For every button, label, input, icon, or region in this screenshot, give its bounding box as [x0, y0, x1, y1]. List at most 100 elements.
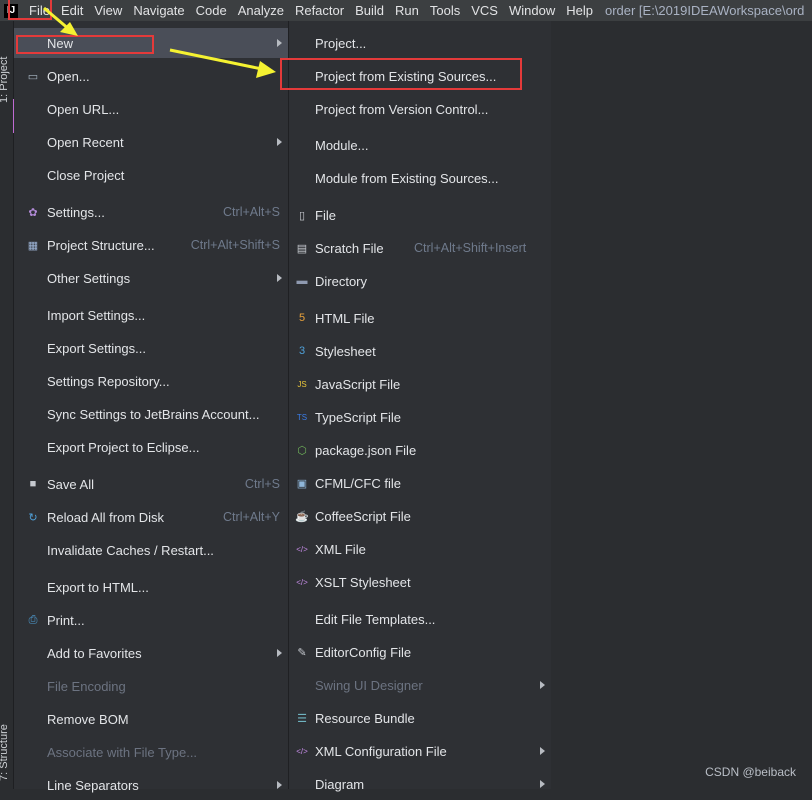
menu-build[interactable]: Build [350, 0, 390, 21]
html-icon: 5 [298, 312, 306, 324]
file-item-import-settings[interactable]: Import Settings... [14, 300, 288, 330]
file-item-associate-with-file-type: Associate with File Type... [14, 737, 288, 767]
menu-item-label: CFML/CFC file [315, 475, 401, 491]
file-item-invalidate-caches-restart[interactable]: Invalidate Caches / Restart... [14, 535, 288, 565]
new-item-edit-file-templates[interactable]: Edit File Templates... [289, 604, 551, 634]
project-tool-tab[interactable]: 1: Project [0, 57, 10, 103]
new-item-module[interactable]: Module... [289, 130, 551, 160]
menu-item-label: Swing UI Designer [315, 677, 423, 693]
watermark: CSDN @beiback [705, 765, 796, 779]
menu-run[interactable]: Run [390, 0, 425, 21]
menu-item-label: Scratch File [315, 240, 384, 256]
file-item-open[interactable]: ▭ Open... [14, 61, 288, 91]
window-title: order [E:\2019IDEAWorkspace\ord [604, 3, 805, 18]
file-item-open-recent[interactable]: Open Recent [14, 127, 288, 157]
highlight-file-menu [8, 0, 52, 20]
gear-icon: ✿ [28, 206, 38, 219]
file-item-settings[interactable]: ✿ Settings... Ctrl+Alt+S [14, 197, 288, 227]
file-item-export-settings[interactable]: Export Settings... [14, 333, 288, 363]
new-item-stylesheet[interactable]: 3 Stylesheet [289, 336, 551, 366]
submenu-arrow-icon [540, 681, 545, 689]
menu-item-label: Export to HTML... [47, 579, 149, 595]
scratch-file-icon: ▤ [296, 242, 308, 255]
submenu-arrow-icon [277, 649, 282, 657]
menu-tools[interactable]: Tools [425, 0, 466, 21]
new-item-coffeescript-file[interactable]: ☕ CoffeeScript File [289, 501, 551, 531]
xml-config-icon: </> [296, 746, 308, 756]
menu-refactor[interactable]: Refactor [290, 0, 350, 21]
file-item-add-to-favorites[interactable]: Add to Favorites [14, 638, 288, 668]
menu-item-label: Add to Favorites [47, 645, 142, 661]
menu-item-label: CoffeeScript File [315, 508, 411, 524]
menu-item-label: Module... [315, 137, 369, 153]
new-item-xml-file[interactable]: </> XML File [289, 534, 551, 564]
menu-help[interactable]: Help [561, 0, 599, 21]
new-item-javascript-file[interactable]: JS JavaScript File [289, 369, 551, 399]
menu-item-label: File [315, 207, 336, 223]
new-item-resource-bundle[interactable]: ☰ Resource Bundle [289, 703, 551, 733]
xml-icon: </> [296, 544, 308, 554]
new-item-diagram[interactable]: Diagram [289, 769, 551, 799]
new-item-editorconfig-file[interactable]: ✎ EditorConfig File [289, 637, 551, 667]
file-item-save-all[interactable]: ■ Save All Ctrl+S [14, 469, 288, 499]
file-item-reload-all-from-disk[interactable]: ↻ Reload All from Disk Ctrl+Alt+Y [14, 502, 288, 532]
menu-item-label: Stylesheet [315, 343, 376, 359]
menu-item-label: package.json File [315, 442, 417, 458]
menu-navigate[interactable]: Navigate [128, 0, 190, 21]
resource-bundle-icon: ☰ [297, 712, 307, 725]
new-item-html-file[interactable]: 5 HTML File [289, 303, 551, 333]
file-icon: ▯ [298, 209, 306, 222]
menu-item-label: Open... [47, 68, 90, 84]
shortcut-label: Ctrl+S [244, 477, 280, 491]
menu-item-label: Settings... [47, 204, 105, 220]
menu-view[interactable]: View [89, 0, 128, 21]
structure-tool-tab[interactable]: 7: Structure [0, 724, 10, 781]
file-item-sync-settings-to-jetbrains-account[interactable]: Sync Settings to JetBrains Account... [14, 399, 288, 429]
menu-item-label: Other Settings [47, 270, 131, 286]
file-item-close-project[interactable]: Close Project [14, 160, 288, 190]
file-item-export-project-to-eclipse[interactable]: Export Project to Eclipse... [14, 432, 288, 462]
menu-item-label: Remove BOM [47, 711, 129, 727]
file-item-other-settings[interactable]: Other Settings [14, 263, 288, 293]
save-icon: ■ [29, 478, 37, 490]
submenu-arrow-icon [277, 274, 282, 282]
new-item-file[interactable]: ▯ File [289, 200, 551, 230]
javascript-icon: JS [297, 379, 307, 389]
shortcut-label: Ctrl+Alt+S [223, 205, 280, 219]
new-item-project[interactable]: Project... [289, 28, 551, 58]
file-item-line-separators[interactable]: Line Separators [14, 770, 288, 800]
menu-item-label: File Encoding [47, 678, 126, 694]
file-menu: New ▭ Open... Open URL... Open Recent Close P… [14, 21, 288, 793]
project-structure-icon: ▦ [27, 239, 39, 252]
new-item-xml-configuration-file[interactable]: </> XML Configuration File [289, 736, 551, 766]
new-item-cfml-cfc-file[interactable]: ▣ CFML/CFC file [289, 468, 551, 498]
menu-vcs[interactable]: VCS [466, 0, 504, 21]
new-item-package-json-file[interactable]: ⬡ package.json File [289, 435, 551, 465]
highlight-project-from-existing [280, 58, 522, 90]
menu-edit[interactable]: Edit [56, 0, 89, 21]
file-item-print[interactable]: ⎙ Print... [14, 605, 288, 635]
menu-item-label: Edit File Templates... [315, 611, 436, 627]
menu-item-label: JavaScript File [315, 376, 401, 392]
file-item-file-encoding: File Encoding [14, 671, 288, 701]
file-item-open-url[interactable]: Open URL... [14, 94, 288, 124]
menu-item-label: Save All [47, 476, 94, 492]
menu-item-label: Line Separators [47, 777, 139, 793]
submenu-arrow-icon [277, 781, 282, 789]
menu-window[interactable]: Window [504, 0, 561, 21]
new-item-scratch-file[interactable]: ▤ Scratch File Ctrl+Alt+Shift+Insert [289, 233, 551, 263]
new-submenu: Project... Project from Existing Sources.… [288, 21, 551, 792]
menu-analyze[interactable]: Analyze [233, 0, 290, 21]
new-item-xslt-stylesheet[interactable]: </> XSLT Stylesheet [289, 567, 551, 597]
file-item-project-structure[interactable]: ▦ Project Structure... Ctrl+Alt+Shift+S [14, 230, 288, 260]
submenu-arrow-icon [277, 138, 282, 146]
new-item-typescript-file[interactable]: TS TypeScript File [289, 402, 551, 432]
file-item-remove-bom[interactable]: Remove BOM [14, 704, 288, 734]
new-item-project-from-version-control[interactable]: Project from Version Control... [289, 94, 551, 124]
menu-code[interactable]: Code [191, 0, 233, 21]
new-item-module-from-existing-sources[interactable]: Module from Existing Sources... [289, 163, 551, 193]
submenu-arrow-icon [277, 39, 282, 47]
file-item-settings-repository[interactable]: Settings Repository... [14, 366, 288, 396]
file-item-export-to-html[interactable]: Export to HTML... [14, 572, 288, 602]
new-item-directory[interactable]: ▬ Directory [289, 266, 551, 296]
